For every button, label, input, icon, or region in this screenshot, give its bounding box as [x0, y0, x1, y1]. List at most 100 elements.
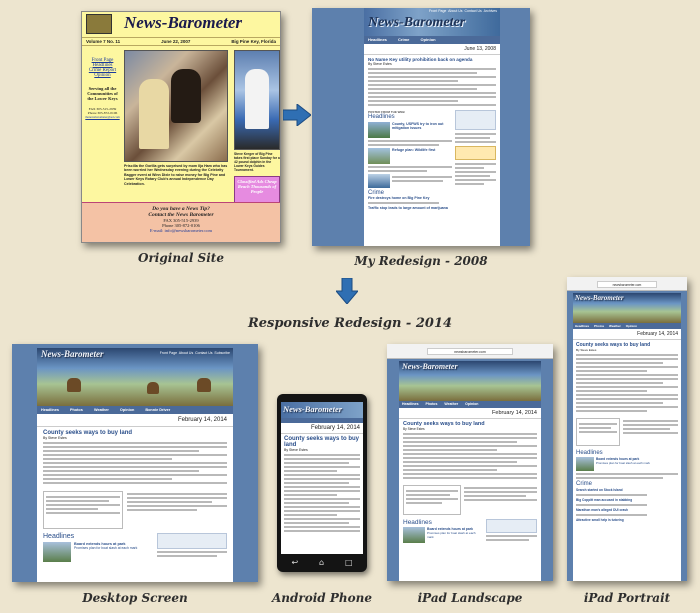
r08-toplink-about[interactable]: About Us	[448, 9, 462, 13]
back-icon[interactable]: ↩	[291, 558, 298, 567]
desktop-nav-bonnie-driver[interactable]: Bonnie Driver	[145, 408, 170, 412]
ipad-portrait-story6[interactable]: Attractive small help is tutoring	[576, 518, 678, 522]
caption-responsive-title: Responsive Redesign - 2014	[247, 316, 453, 331]
ipad-landscape-nav-weather[interactable]: Weather	[444, 402, 458, 406]
ipad-portrait-thumbnail[interactable]: newsbarometer.com News-Barometer Headlin…	[567, 277, 687, 581]
desktop-section-headlines: Headlines	[43, 533, 75, 540]
ipad-landscape-ad-box	[403, 485, 461, 515]
ipad-landscape-nav-opinion[interactable]: Opinion	[465, 402, 478, 406]
original-masthead: News-Barometer	[124, 13, 243, 32]
android-header: News-Barometer	[281, 402, 363, 418]
original-email[interactable]: thenewsbarometer@aol.com	[85, 115, 120, 119]
r08-story2[interactable]: Refuge plan: Wildlife first	[390, 148, 452, 164]
ipad-portrait-section-headlines: Headlines	[576, 450, 603, 456]
r08-story3[interactable]: Fire destroys home on Big Pine Key	[368, 196, 452, 200]
desktop-masthead: News-Barometer	[41, 349, 104, 359]
r08-byline: By Steve Estes	[368, 62, 392, 66]
ipad-landscape-story-photo	[403, 527, 425, 543]
r08-masthead: News-Barometer	[368, 15, 466, 30]
ipad-portrait-byline: By Steve Estes	[576, 348, 597, 352]
ipad-portrait-story4[interactable]: Big Coppitt man accused in stabbing	[576, 498, 678, 502]
ipad-landscape-nav: Headlines Photos Weather Opinion	[399, 401, 541, 408]
r08-date: June 13, 2008	[364, 44, 500, 55]
desktop-toplink-contact[interactable]: Contact Us	[195, 351, 212, 355]
woman-figure	[139, 79, 169, 149]
original-main-photo	[124, 50, 228, 162]
ipad-portrait-ad-box	[576, 418, 620, 446]
desktop-sidebar	[153, 533, 227, 562]
desktop-thumbnail[interactable]: News-Barometer Front Page About Us Conta…	[12, 344, 258, 582]
ipad-portrait-nav-weather[interactable]: Weather	[609, 324, 621, 328]
desktop-nav-weather[interactable]: Weather	[94, 408, 109, 412]
ipad-landscape-byline: By Steve Estes	[403, 427, 425, 431]
desktop-nav-headlines[interactable]: Headlines	[41, 408, 59, 412]
ipad-portrait-story2[interactable]: Promises plan for boat slash at each mar…	[596, 461, 678, 465]
original-footer-email[interactable]: E-mail: info@newsbarometer.com	[82, 228, 280, 233]
desktop-toplink-subscribe[interactable]: Subscribe	[214, 351, 230, 355]
desktop-ad-box	[43, 491, 123, 529]
home-icon[interactable]: ⌂	[319, 558, 324, 567]
ipad-landscape-nav-photos[interactable]: Photos	[426, 402, 438, 406]
man-figure	[245, 69, 269, 129]
original-side-photo	[234, 50, 280, 150]
ipad-landscape-url[interactable]: newsbarometer.com	[427, 348, 513, 355]
android-byline: By Steve Estes	[284, 448, 308, 452]
caption-ipad-portrait: iPad Portrait	[583, 591, 671, 605]
caption-android: Android Phone	[272, 591, 372, 605]
r08-sidebar	[452, 110, 496, 210]
original-classified-box[interactable]: Classified Ads Cheap Reach Thousands of …	[234, 176, 280, 204]
ipad-landscape-story2[interactable]: Promises plan for boat slash at each mar…	[427, 531, 483, 539]
desktop-story2[interactable]: Promises plan for boat slash at each mar…	[74, 546, 153, 550]
ipad-landscape-section-headlines: Headlines	[403, 519, 432, 526]
ipad-landscape-masthead: News-Barometer	[402, 362, 458, 371]
original-left-column: Front Page Headlines Crime Report Opinio…	[82, 46, 122, 206]
r08-nav: Headlines Crime Opinion	[364, 36, 500, 44]
ipad-portrait-story3[interactable]: Search started on Stock Island	[576, 488, 678, 492]
caption-redesign-2008: My Redesign - 2008	[354, 254, 488, 268]
original-classified-text: Classified Ads Cheap Reach Thousands of …	[237, 179, 277, 194]
ipad-portrait-nav-photos[interactable]: Photos	[594, 324, 604, 328]
ipad-landscape-nav-headlines[interactable]: Headlines	[402, 402, 419, 406]
r08-section-headlines: Headlines	[368, 114, 395, 120]
original-photo-caption-left: Priscilla the Gorilla gets surprised by …	[124, 164, 228, 186]
android-phone-thumbnail[interactable]: News-Barometer February 14, 2014 County …	[277, 394, 367, 572]
original-footer: Do you have a News Tip? Contact the News…	[82, 202, 280, 242]
ipad-portrait-nav-headlines[interactable]: Headlines	[575, 324, 589, 328]
r08-nav-crime[interactable]: Crime	[398, 37, 409, 42]
caption-original-site: Original Site	[138, 251, 224, 265]
ipad-portrait-story5[interactable]: Marathon man's alleged DUI crash	[576, 508, 678, 512]
original-site-thumbnail[interactable]: News-Barometer Volume 7 No. 11 June 22, …	[81, 11, 281, 243]
ipad-portrait-banner: News-Barometer	[573, 293, 681, 323]
r08-nav-headlines[interactable]: Headlines	[368, 37, 387, 42]
desktop-toplink-front-page[interactable]: Front Page	[160, 351, 177, 355]
ipad-portrait-masthead: News-Barometer	[575, 294, 624, 302]
desktop-nav-opinion[interactable]: Opinion	[120, 408, 134, 412]
original-volume: Volume 7 No. 11	[86, 39, 121, 44]
original-date: June 22, 2007	[161, 39, 191, 44]
ipad-portrait-date: February 14, 2014	[573, 329, 681, 340]
ipad-portrait-section-crime: Crime	[576, 481, 592, 487]
desktop-toplink-about[interactable]: About Us	[179, 351, 193, 355]
desktop-nav-photos[interactable]: Photos	[70, 408, 83, 412]
original-logo-box	[86, 14, 112, 34]
r08-nav-opinion[interactable]: Opinion	[421, 37, 436, 42]
ipad-portrait-url[interactable]: newsbarometer.com	[597, 281, 657, 288]
r08-story1[interactable]: County, USFWS try to iron out mitigation…	[390, 122, 452, 138]
r08-story4[interactable]: Traffic stop leads to large amount of ma…	[368, 206, 452, 210]
android-date: February 14, 2014	[281, 423, 363, 434]
ipad-landscape-thumbnail[interactable]: newsbarometer.com News-Barometer Headlin…	[387, 344, 553, 581]
ipad-landscape-date: February 14, 2014	[399, 408, 541, 419]
r08-toplink-front-page[interactable]: Front Page	[429, 9, 446, 13]
ipad-portrait-nav-opinion[interactable]: Opinion	[626, 324, 637, 328]
arrow-right-icon	[283, 104, 311, 126]
r08-toplink-contact[interactable]: Contact Us	[465, 9, 482, 13]
redesign-2008-thumbnail[interactable]: Front Page About Us Contact Us Archives …	[312, 8, 530, 246]
r08-story2-photo	[368, 148, 390, 164]
original-link-opinion[interactable]: Opinion	[85, 73, 120, 78]
r08-toplink-archives[interactable]: Archives	[484, 9, 497, 13]
recent-apps-icon[interactable]: □	[345, 558, 353, 567]
android-headline[interactable]: County seeks ways to buy land	[284, 436, 360, 448]
ipad-portrait-story-photo	[576, 457, 594, 471]
desktop-nav: Headlines Photos Weather Opinion Bonnie …	[37, 406, 233, 414]
android-masthead: News-Barometer	[283, 404, 343, 414]
